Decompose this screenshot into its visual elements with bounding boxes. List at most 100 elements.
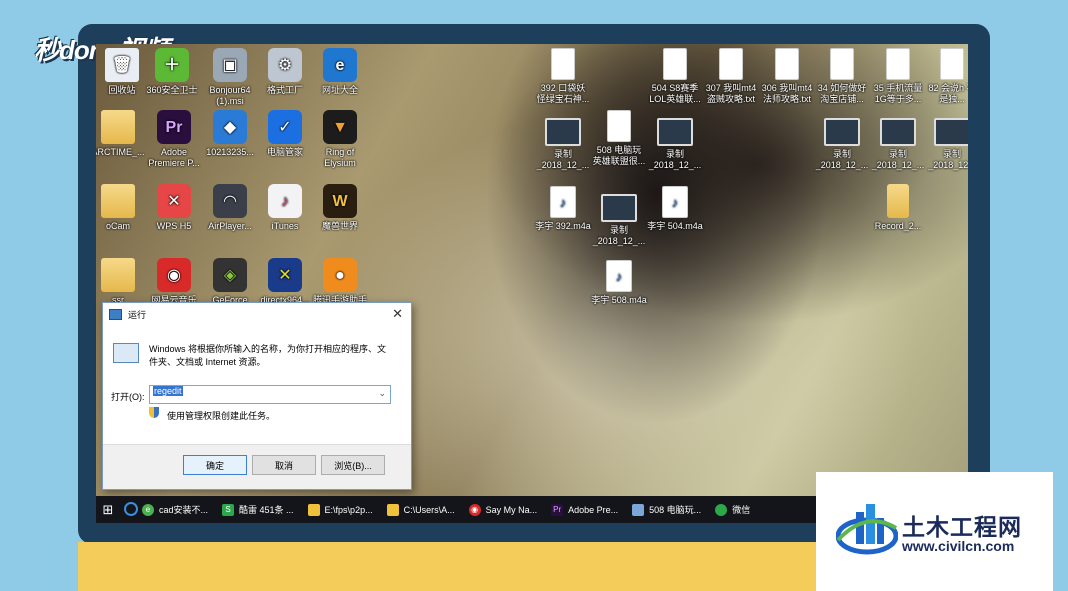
civilcn-logo-icon [836, 504, 898, 555]
desktop-icon-pc-manager[interactable]: ✓ 电脑管家 [257, 110, 313, 158]
taskbar-item-notepad[interactable]: 508 电脑玩... [632, 503, 701, 516]
desktop-icon-geforce[interactable]: ◈ GeForce [202, 258, 258, 306]
installer-icon: ▣ [213, 48, 247, 82]
desktop-icon-recording[interactable]: 录制 _2018_12_... [535, 118, 591, 171]
browse-button[interactable]: 浏览(B)... [321, 455, 385, 475]
shield-icon: ✓ [268, 110, 302, 144]
directx-icon: ✕ [268, 258, 302, 292]
360-security-icon: ＋ [155, 48, 189, 82]
text-file-icon [663, 48, 687, 80]
admin-note: 使用管理权限创建此任务。 [167, 411, 276, 421]
taskbar-item-wechat[interactable]: 微信 [715, 503, 750, 516]
audio-file-icon: ♪ [606, 260, 632, 292]
desktop-icon-wow[interactable]: W 魔兽世界 [312, 184, 368, 232]
desktop-icon-doc-34[interactable]: 34 如何做好 淘宝店铺... [814, 48, 870, 105]
desktop-icon-record-folder[interactable]: Record_2... [870, 184, 926, 232]
cortana-icon[interactable] [120, 501, 142, 518]
desktop-icon-doc-82[interactable]: 82 会说h 不是独... [924, 48, 968, 105]
taskbar-item-explorer-c[interactable]: C:\Users\A... [386, 503, 455, 516]
folder-icon [101, 110, 135, 144]
netease-music-icon: ◉ [468, 503, 481, 516]
premiere-icon: Pr [551, 503, 564, 516]
video-file-icon [880, 118, 916, 146]
video-file-icon [545, 118, 581, 146]
run-dialog-footer: 确定 取消 浏览(B)... [103, 444, 411, 489]
run-app-icon [109, 308, 122, 320]
world-of-warcraft-icon: W [323, 184, 357, 218]
taskbar-item-cad[interactable]: e cad安装不... [142, 503, 208, 516]
desktop-icon-recording[interactable]: 录制 _2018_12_... [814, 118, 870, 171]
video-file-icon [824, 118, 860, 146]
desktop-icon-360[interactable]: ＋ 360安全卫士 [144, 48, 200, 96]
tencent-games-icon: ● [323, 258, 357, 292]
run-dialog-titlebar[interactable]: 运行 [103, 303, 411, 325]
chevron-down-icon[interactable]: ⌄ [378, 388, 386, 399]
desktop-icon-doc-392[interactable]: 392 口袋妖 怪绿宝石神... [535, 48, 591, 105]
desktop-icon-m4a-504[interactable]: ♪ 李宇 504.m4a [647, 186, 703, 232]
notepad-icon [632, 503, 645, 516]
text-file-icon [775, 48, 799, 80]
video-file-icon [601, 194, 637, 222]
folder-icon [101, 184, 135, 218]
desktop-icon-itunes[interactable]: ♪ iTunes [257, 184, 313, 232]
audio-file-icon: ♪ [662, 186, 688, 218]
text-file-icon [551, 48, 575, 80]
windows-start-icon[interactable]: ⊞ [96, 502, 120, 518]
desktop-icon-doc-35[interactable]: 35 手机流量 1G等于多... [870, 48, 926, 105]
desktop-icon-doc-307[interactable]: 307 我叫mt4 盗贼攻略.txt [703, 48, 759, 105]
text-file-icon [607, 110, 631, 142]
desktop-icon-m4a-508[interactable]: ♪ 李宇 508.m4a [591, 260, 647, 306]
open-label: 打开(O): [111, 392, 145, 402]
internet-explorer-icon: e [323, 48, 357, 82]
desktop-icon-directx[interactable]: ✕ directx964... [257, 258, 313, 306]
desktop-icon-arctime[interactable]: ARCTIME_... [96, 110, 146, 158]
package-icon: ◆ [213, 110, 247, 144]
video-file-icon [934, 118, 968, 146]
desktop-icon-tencent-games[interactable]: ● 腾讯手游助手 [312, 258, 368, 306]
recycle-bin-icon: 🗑 [105, 48, 139, 82]
run-program-icon [113, 343, 139, 363]
desktop-icon-premiere[interactable]: Pr Adobe Premiere P... [146, 110, 202, 169]
ok-button[interactable]: 确定 [183, 455, 247, 475]
desktop-icon-doc-504[interactable]: 504 S8赛季 LOL英雄联... [647, 48, 703, 105]
desktop-icon-ocam[interactable]: oCam [96, 184, 146, 232]
wechat-icon [715, 503, 728, 516]
desktop-icon-ring-of-elysium[interactable]: ▼ Ring of Elysium [312, 110, 368, 169]
run-dialog: 运行 ✕ Windows 将根据你所输入的名称，为你打开相应的程序、文件夹、文档… [102, 302, 412, 490]
desktop-icon-netease-music[interactable]: ◉ 网易云音乐 [146, 258, 202, 306]
desktop-icon-wps-h5[interactable]: ✕ WPS H5 [146, 184, 202, 232]
desktop-icon-bonjour[interactable]: ▣ Bonjour64 (1).msi [202, 48, 258, 107]
taskbar-item-kulei[interactable]: S 酷雷 451条 ... [222, 503, 294, 516]
app-icon: S [222, 503, 235, 516]
desktop-icon-recording[interactable]: 录制 _2018_12_... [591, 194, 647, 247]
desktop-icon-format-factory[interactable]: ⚙ 格式工厂 [257, 48, 313, 96]
taskbar-item-explorer-e[interactable]: E:\fps\p2p... [307, 503, 373, 516]
desktop-icon-ssr[interactable]: ssr [96, 258, 146, 306]
netease-music-icon: ◉ [157, 258, 191, 292]
desktop-icon-doc-306[interactable]: 306 我叫mt4 法师攻略.txt [759, 48, 815, 105]
watermark-url: www.civilcn.com [902, 538, 1015, 554]
audio-file-icon: ♪ [550, 186, 576, 218]
folder-icon [307, 503, 320, 516]
taskbar-item-premiere[interactable]: Pr Adobe Pre... [551, 503, 618, 516]
folder-icon [101, 258, 135, 292]
cancel-button[interactable]: 取消 [252, 455, 316, 475]
run-dialog-description: Windows 将根据你所输入的名称，为你打开相应的程序、文件夹、文档或 Int… [149, 344, 387, 367]
desktop-icon-recording[interactable]: 录制 _2018_12... [924, 118, 968, 171]
run-open-input[interactable]: regedit ⌄ [149, 385, 391, 404]
taskbar-item-music[interactable]: ◉ Say My Na... [468, 503, 537, 516]
desktop-icon-ie[interactable]: e 网址大全 [312, 48, 368, 96]
desktop-icon-10213235[interactable]: ◆ 10213235... [202, 110, 258, 158]
desktop-icon-doc-508[interactable]: 508 电脑玩 英雄联盟很... [591, 110, 647, 167]
watermark-title: 土木工程网 [902, 514, 1022, 540]
itunes-icon: ♪ [268, 184, 302, 218]
desktop-icon-airplayer[interactable]: ◠ AirPlayer... [202, 184, 258, 232]
desktop-icon-recording[interactable]: 录制 _2018_12_... [870, 118, 926, 171]
close-icon[interactable]: ✕ [392, 306, 403, 322]
admin-shield-icon [149, 407, 159, 418]
run-dialog-title: 运行 [128, 309, 147, 320]
text-file-icon [940, 48, 964, 80]
desktop-icon-recording[interactable]: 录制 _2018_12_... [647, 118, 703, 171]
desktop-icon-recycle-bin[interactable]: 🗑 回收站 [96, 48, 150, 96]
desktop-icon-m4a-392[interactable]: ♪ 李宇 392.m4a [535, 186, 591, 232]
